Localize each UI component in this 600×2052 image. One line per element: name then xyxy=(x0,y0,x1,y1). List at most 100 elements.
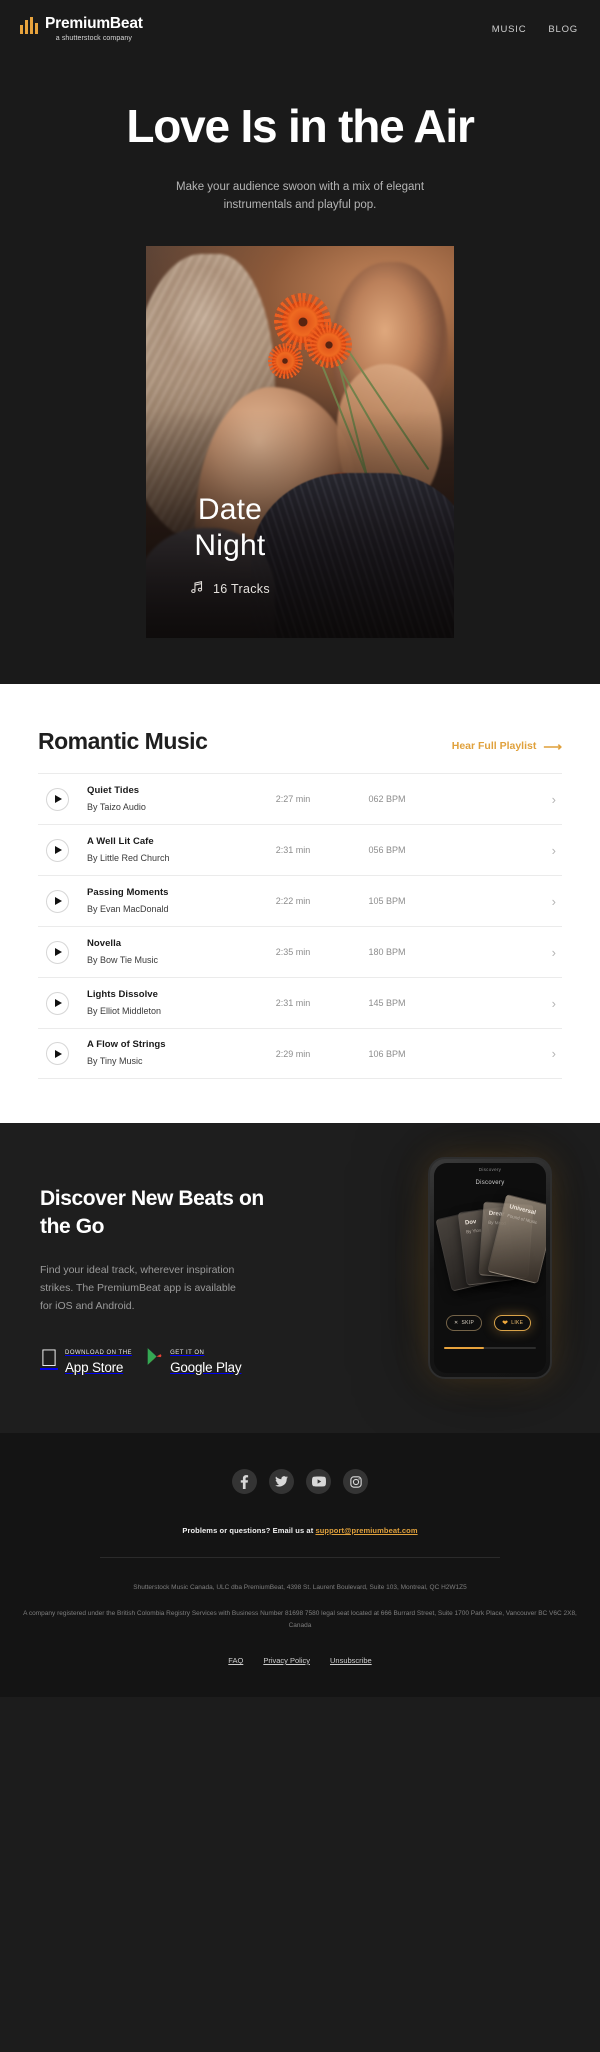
track-title: Lights Dissolve xyxy=(87,988,158,1000)
track-title: Passing Moments xyxy=(87,886,169,898)
google-play-badge[interactable]: GET IT ON Google Play xyxy=(146,1341,242,1377)
store-badges:  Download on the App Store xyxy=(40,1341,600,1377)
chevron-right-icon[interactable]: › xyxy=(552,997,556,1010)
table-row[interactable]: Lights Dissolve By Elliot Middleton 2:31… xyxy=(38,977,562,1028)
instagram-icon[interactable] xyxy=(343,1469,368,1494)
app-store-badge[interactable]:  Download on the App Store xyxy=(40,1341,132,1377)
promo-body: Find your ideal track, wherever inspirat… xyxy=(40,1264,236,1312)
table-row[interactable]: Novella By Bow Tie Music 2:35 min 180 BP… xyxy=(38,926,562,977)
chevron-right-icon[interactable]: › xyxy=(552,793,556,806)
support-email-link[interactable]: support@premiumbeat.com xyxy=(315,1526,417,1535)
hero-subtitle: Make your audience swoon with a mix of e… xyxy=(175,181,425,211)
chevron-right-icon[interactable]: › xyxy=(552,1047,556,1060)
music-note-icon xyxy=(190,580,205,598)
contact-prefix: Problems or questions? Email us at xyxy=(182,1526,316,1535)
table-row[interactable]: A Flow of Strings By Tiny Music 2:29 min… xyxy=(38,1028,562,1079)
track-bpm: 106 BPM xyxy=(368,1048,406,1059)
phone-status-bar: Discovery xyxy=(434,1163,546,1176)
table-row[interactable]: Quiet Tides By Taizo Audio 2:27 min 062 … xyxy=(38,773,562,824)
track-duration: 2:35 min xyxy=(275,947,311,957)
arrow-right-icon: ⟶ xyxy=(543,738,562,754)
footer-divider xyxy=(100,1557,500,1558)
play-icon[interactable] xyxy=(46,991,69,1015)
nav-item-blog[interactable]: BLOG xyxy=(548,24,578,35)
track-duration: 2:27 min xyxy=(275,794,311,804)
playlist-section: Romantic Music Hear Full Playlist ⟶ Quie… xyxy=(0,684,600,1123)
hear-full-playlist-label: Hear Full Playlist xyxy=(451,740,537,752)
track-duration: 2:31 min xyxy=(275,998,311,1008)
equalizer-bars-icon xyxy=(20,16,38,34)
playlist-title: Romantic Music xyxy=(38,728,208,754)
brand-logo[interactable]: PremiumBeat a shutterstock company xyxy=(20,15,143,44)
twitter-icon[interactable] xyxy=(269,1469,294,1494)
track-bpm: 056 BPM xyxy=(368,845,406,855)
chevron-right-icon[interactable]: › xyxy=(552,946,556,959)
track-artist: By Tiny Music xyxy=(87,1056,143,1066)
footer-link-unsubscribe[interactable]: Unsubscribe xyxy=(330,1656,372,1665)
close-icon: ✕ xyxy=(454,1320,459,1326)
legal-address: Shutterstock Music Canada, ULC dba Premi… xyxy=(133,1584,467,1591)
artwork-title-line1: Date xyxy=(197,493,263,526)
track-duration: 2:31 min xyxy=(275,845,311,855)
brand-tagline: a shutterstock company xyxy=(55,34,132,42)
skip-label: SKIP xyxy=(461,1320,475,1326)
track-bpm: 145 BPM xyxy=(368,998,406,1008)
play-icon[interactable] xyxy=(46,889,69,913)
track-bpm: 180 BPM xyxy=(368,947,406,957)
track-bpm: 062 BPM xyxy=(368,794,406,804)
youtube-icon[interactable] xyxy=(306,1469,331,1494)
hero-section: Love Is in the Air Make your audience sw… xyxy=(0,58,600,684)
phone-screen-title: Discovery xyxy=(475,1180,505,1186)
promo-title: Discover New Beats on the Go xyxy=(40,1187,264,1238)
track-title: A Flow of Strings xyxy=(87,1039,166,1050)
facebook-icon[interactable] xyxy=(232,1469,257,1494)
phone-status-label: Discovery xyxy=(478,1167,502,1172)
swipe-actions: ✕ SKIP ❤ LIKE xyxy=(446,1315,532,1331)
google-play-icon xyxy=(146,1347,163,1371)
app-store-small-label: Download on the xyxy=(47,1350,132,1356)
footer-link-faq[interactable]: FAQ xyxy=(228,1656,243,1665)
track-title: Quiet Tides xyxy=(87,784,140,796)
google-play-small-label: GET IT ON xyxy=(152,1350,204,1356)
chevron-right-icon[interactable]: › xyxy=(552,844,556,857)
artwork-title-line2: Night xyxy=(194,529,266,562)
track-duration: 2:22 min xyxy=(275,896,311,906)
play-icon[interactable] xyxy=(46,1042,69,1065)
track-artist: By Bow Tie Music xyxy=(87,954,159,965)
contact-line: Problems or questions? Email us at suppo… xyxy=(20,1526,580,1535)
main-nav: MUSIC BLOG xyxy=(492,24,578,35)
hero-title: Love Is in the Air xyxy=(126,100,475,152)
play-icon[interactable] xyxy=(46,940,69,964)
google-play-big-label: Google Play xyxy=(152,1360,242,1375)
track-bpm: 105 BPM xyxy=(368,896,406,906)
social-links xyxy=(20,1469,580,1494)
nav-item-music[interactable]: MUSIC xyxy=(492,24,527,35)
track-artist: By Little Red Church xyxy=(87,852,170,863)
site-footer: Problems or questions? Email us at suppo… xyxy=(0,1433,600,1697)
table-row[interactable]: A Well Lit Cafe By Little Red Church 2:3… xyxy=(38,824,562,875)
track-title: A Well Lit Cafe xyxy=(87,835,154,847)
like-label: LIKE xyxy=(511,1320,524,1326)
track-artist: By Elliot Middleton xyxy=(87,1005,162,1016)
skip-button: ✕ SKIP xyxy=(446,1315,483,1331)
table-row[interactable]: Passing Moments By Evan MacDonald 2:22 m… xyxy=(38,875,562,926)
track-artist: By Evan MacDonald xyxy=(87,903,169,914)
hear-full-playlist-link[interactable]: Hear Full Playlist ⟶ xyxy=(452,740,562,753)
playlist-artwork[interactable]: Date Night 16 Tracks xyxy=(146,246,454,638)
footer-link-privacy-policy[interactable]: Privacy Policy xyxy=(263,1656,310,1665)
track-artist: By Taizo Audio xyxy=(87,801,146,812)
like-button: ❤ LIKE xyxy=(494,1315,532,1331)
chevron-right-icon[interactable]: › xyxy=(552,895,556,908)
legal-registration: A company registered under the British C… xyxy=(23,1610,577,1629)
discovery-card-stack: Dov By Ylos Drear By Mood Universal Foun… xyxy=(435,1193,546,1315)
track-duration: 2:29 min xyxy=(275,1048,311,1059)
track-list: Quiet Tides By Taizo Audio 2:27 min 062 … xyxy=(38,773,562,1079)
app-store-big-label: App Store xyxy=(47,1360,123,1375)
play-icon[interactable] xyxy=(46,787,69,811)
heart-icon: ❤ xyxy=(502,1320,509,1327)
apple-icon:  xyxy=(40,1347,58,1371)
play-icon[interactable] xyxy=(46,838,69,862)
app-promo-section: Discover New Beats on the Go Find your i… xyxy=(0,1123,600,1433)
track-title: Novella xyxy=(87,937,122,949)
site-header: PremiumBeat a shutterstock company MUSIC… xyxy=(0,0,600,58)
